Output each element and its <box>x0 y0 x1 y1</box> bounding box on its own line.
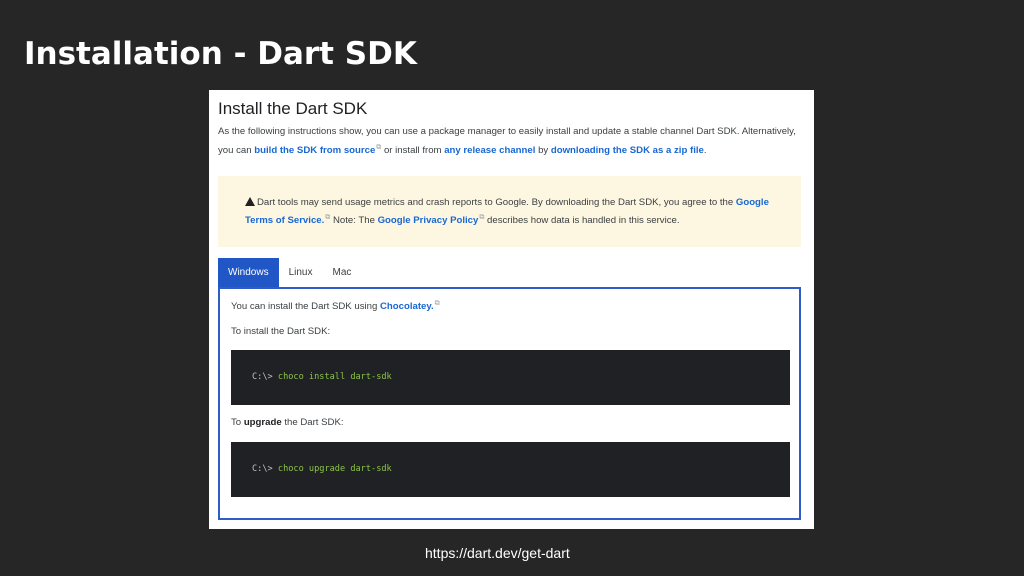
code-prompt: C:\> <box>252 372 273 382</box>
chocolatey-text: You can install the Dart SDK using <box>231 301 380 313</box>
release-channel-link[interactable]: any release channel <box>444 145 535 156</box>
usage-notice: Dart tools may send usage metrics and cr… <box>218 176 801 247</box>
dart-docs-screenshot: Install the Dart SDK As the following in… <box>209 90 814 529</box>
intro-text: by <box>535 145 551 157</box>
windows-tab-panel: You can install the Dart SDK using Choco… <box>218 287 801 520</box>
code-line: C:\> choco upgrade dart-sdk <box>252 464 392 474</box>
source-url: https://dart.dev/get-dart <box>425 545 570 561</box>
privacy-policy-link[interactable]: Google Privacy Policy <box>378 215 479 226</box>
upgrade-instruction: To upgrade the Dart SDK: <box>231 417 344 428</box>
code-command: choco upgrade dart-sdk <box>277 464 392 474</box>
upgrade-code-block[interactable]: C:\> choco upgrade dart-sdk <box>231 442 790 497</box>
intro-paragraph: As the following instructions show, you … <box>218 124 808 159</box>
notice-text-part: Note: The <box>330 215 378 227</box>
build-from-source-link[interactable]: build the SDK from source <box>254 145 375 156</box>
tab-mac[interactable]: Mac <box>322 258 361 287</box>
notice-text-part: Dart tools may send usage metrics and cr… <box>257 197 736 208</box>
upgrade-bold: upgrade <box>243 417 282 428</box>
external-link-icon: ⧉ <box>434 300 440 307</box>
slide-title: Installation - Dart SDK <box>24 36 417 72</box>
chocolatey-line: You can install the Dart SDK using Choco… <box>231 300 440 312</box>
page-heading: Install the Dart SDK <box>218 99 368 118</box>
code-prompt: C:\> <box>252 464 273 474</box>
chocolatey-link[interactable]: Chocolatey. <box>380 301 434 312</box>
os-tabs: Windows Linux Mac <box>218 258 361 287</box>
tab-linux[interactable]: Linux <box>279 258 323 287</box>
notice-text: Dart tools may send usage metrics and cr… <box>245 195 780 228</box>
code-line: C:\> choco install dart-sdk <box>252 372 392 382</box>
code-command: choco install dart-sdk <box>277 372 392 382</box>
warning-icon <box>245 197 255 206</box>
upgrade-text: To <box>231 417 244 428</box>
intro-text: . <box>703 145 707 157</box>
install-instruction: To install the Dart SDK: <box>231 326 331 337</box>
upgrade-text: the Dart SDK: <box>281 417 344 428</box>
download-zip-link[interactable]: downloading the SDK as a zip file <box>551 145 704 156</box>
install-code-block[interactable]: C:\> choco install dart-sdk <box>231 350 790 405</box>
intro-text: or install from <box>381 145 445 157</box>
tab-windows[interactable]: Windows <box>218 258 279 287</box>
notice-text-part: describes how data is handled in this se… <box>484 215 680 227</box>
